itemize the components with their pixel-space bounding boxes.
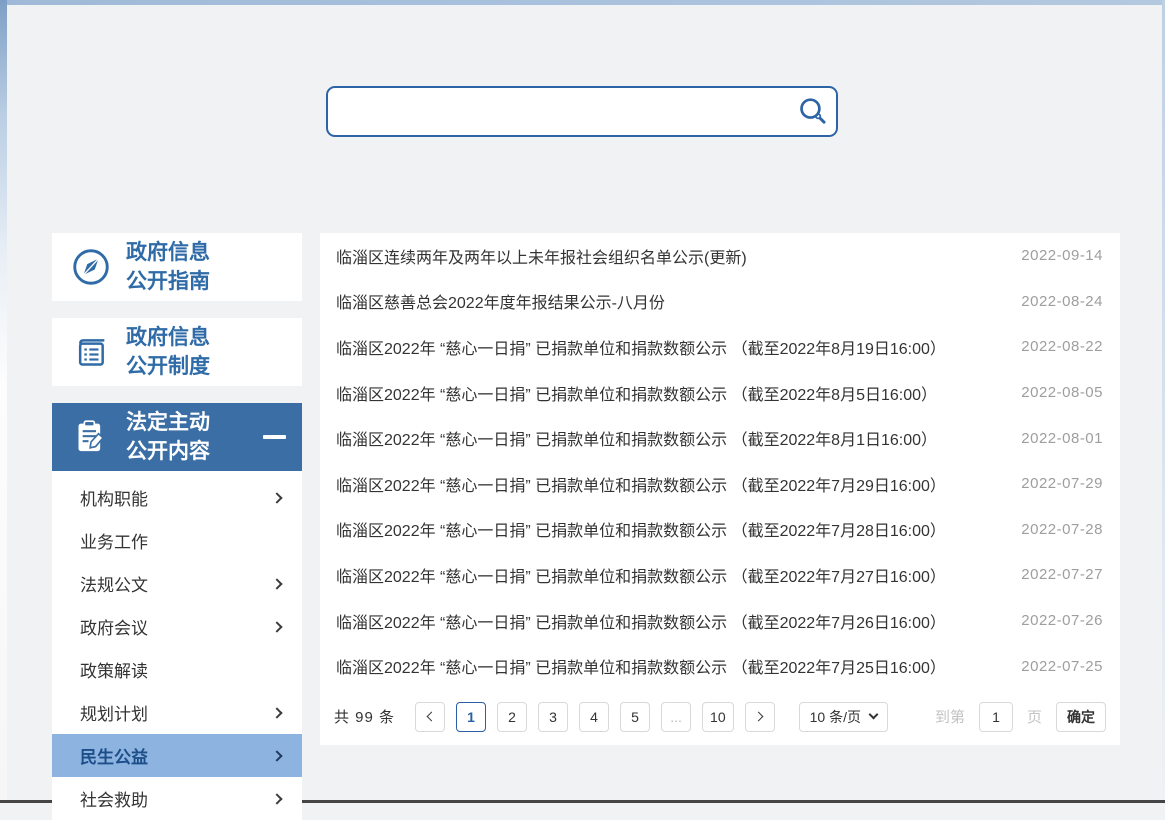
chevron-right-icon	[271, 492, 282, 503]
announcement-link[interactable]: 临淄区慈善总会2022年度年报结果公示-八月份	[336, 289, 665, 313]
announcement-date: 2022-07-29	[1021, 475, 1103, 492]
sidebar-item-label: 政府信息 公开制度	[126, 323, 210, 381]
announcement-link[interactable]: 临淄区2022年 “慈心一日捐” 已捐款单位和捐款数额公示 （截至2022年7月…	[336, 472, 946, 496]
sidebar-submenu-item[interactable]: 业务工作	[52, 519, 302, 562]
page-size-select[interactable]: 10 条/页	[799, 702, 888, 732]
chevron-right-icon	[271, 750, 282, 761]
page-number-list: 1 2 3 4 5 ... 10	[456, 702, 734, 732]
search-bar	[326, 86, 838, 137]
announcement-link[interactable]: 临淄区2022年 “慈心一日捐” 已捐款单位和捐款数额公示 （截至2022年8月…	[336, 335, 946, 359]
goto-page-input[interactable]	[979, 702, 1013, 732]
confirm-button[interactable]: 确定	[1056, 702, 1106, 732]
submenu-item-label: 机构职能	[80, 485, 148, 510]
list-item: 临淄区2022年 “慈心一日捐” 已捐款单位和捐款数额公示 （截至2022年8月…	[320, 370, 1120, 416]
sidebar-submenu-item[interactable]: 社会救助	[52, 777, 302, 820]
sidebar-submenu-item[interactable]: 规划计划	[52, 691, 302, 734]
sidebar-submenu: 机构职能 业务工作 法规公文 政府会议 政策解读	[52, 471, 302, 820]
announcement-link[interactable]: 临淄区2022年 “慈心一日捐” 已捐款单位和捐款数额公示 （截至2022年7月…	[336, 517, 946, 541]
list-item: 临淄区慈善总会2022年度年报结果公示-八月份 2022-08-24	[320, 279, 1120, 325]
list-item: 临淄区2022年 “慈心一日捐” 已捐款单位和捐款数额公示 （截至2022年7月…	[320, 598, 1120, 644]
collapse-minus-icon[interactable]	[263, 435, 286, 439]
page-number-button[interactable]: 1	[456, 702, 486, 732]
search-icon	[796, 95, 830, 129]
sidebar-item-label: 法定主动 公开内容	[126, 408, 210, 466]
announcement-date: 2022-08-05	[1021, 384, 1103, 401]
chevron-right-icon	[271, 578, 282, 589]
submenu-item-label: 规划计划	[80, 700, 148, 725]
list-item: 临淄区2022年 “慈心一日捐” 已捐款单位和捐款数额公示 （截至2022年8月…	[320, 415, 1120, 461]
chevron-right-icon	[271, 707, 282, 718]
submenu-item-label: 业务工作	[80, 528, 148, 553]
announcement-link[interactable]: 临淄区连续两年及两年以上未年报社会组织名单公示(更新)	[336, 244, 747, 268]
page-number-button[interactable]: ...	[661, 702, 691, 732]
submenu-item-label: 社会救助	[80, 786, 148, 811]
sidebar-submenu-item[interactable]: 政策解读	[52, 648, 302, 691]
pagination: 共 99 条 1 2 3 4 5 ... 10 10 条/	[320, 689, 1120, 745]
announcement-link[interactable]: 临淄区2022年 “慈心一日捐” 已捐款单位和捐款数额公示 （截至2022年7月…	[336, 609, 946, 633]
document-icon	[71, 332, 111, 372]
goto-page-prefix: 到第	[935, 706, 965, 727]
chevron-down-icon	[869, 710, 879, 720]
announcement-link[interactable]: 临淄区2022年 “慈心一日捐” 已捐款单位和捐款数额公示 （截至2022年7月…	[336, 563, 946, 587]
submenu-item-label: 法规公文	[80, 571, 148, 596]
announcement-date: 2022-09-14	[1021, 247, 1103, 264]
sidebar: 政府信息 公开指南 政府信息 公开制度 法定主动	[52, 233, 302, 820]
goto-page-suffix: 页	[1027, 706, 1042, 727]
sidebar-submenu-item[interactable]: 政府会议	[52, 605, 302, 648]
clipboard-pencil-icon	[71, 417, 111, 457]
chevron-right-icon	[271, 793, 282, 804]
search-button[interactable]	[790, 89, 836, 135]
announcement-date: 2022-08-22	[1021, 338, 1103, 355]
sidebar-item-label: 政府信息 公开指南	[126, 238, 210, 296]
page-number-button[interactable]: 4	[579, 702, 609, 732]
submenu-item-label: 政策解读	[80, 657, 148, 682]
compass-icon	[71, 247, 111, 287]
sidebar-submenu-item[interactable]: 法规公文	[52, 562, 302, 605]
announcement-link[interactable]: 临淄区2022年 “慈心一日捐” 已捐款单位和捐款数额公示 （截至2022年8月…	[336, 381, 937, 405]
chevron-right-icon	[753, 712, 763, 722]
announcement-list-panel: 临淄区连续两年及两年以上未年报社会组织名单公示(更新) 2022-09-14 临…	[320, 233, 1120, 745]
top-edge-decoration	[0, 0, 1165, 5]
submenu-item-label: 民生公益	[80, 743, 148, 768]
list-item: 临淄区2022年 “慈心一日捐” 已捐款单位和捐款数额公示 （截至2022年8月…	[320, 324, 1120, 370]
chevron-right-icon	[271, 621, 282, 632]
sidebar-item-statutory-disclosure[interactable]: 法定主动 公开内容	[52, 403, 302, 471]
list-item: 临淄区2022年 “慈心一日捐” 已捐款单位和捐款数额公示 （截至2022年7月…	[320, 461, 1120, 507]
list-item: 临淄区2022年 “慈心一日捐” 已捐款单位和捐款数额公示 （截至2022年7月…	[320, 552, 1120, 598]
list-item: 临淄区2022年 “慈心一日捐” 已捐款单位和捐款数额公示 （截至2022年7月…	[320, 507, 1120, 553]
submenu-item-label: 政府会议	[80, 614, 148, 639]
left-edge-decoration	[0, 0, 7, 803]
sidebar-submenu-item[interactable]: 民生公益	[52, 734, 302, 777]
page-number-button[interactable]: 5	[620, 702, 650, 732]
sidebar-item-gov-info-guide[interactable]: 政府信息 公开指南	[52, 233, 302, 301]
page-number-button[interactable]: 10	[702, 702, 734, 732]
prev-page-button[interactable]	[415, 702, 445, 732]
announcement-date: 2022-08-01	[1021, 430, 1103, 447]
announcement-date: 2022-07-27	[1021, 566, 1103, 583]
sidebar-submenu-item[interactable]: 机构职能	[52, 476, 302, 519]
chevron-left-icon	[427, 712, 437, 722]
search-input[interactable]	[328, 88, 790, 135]
sidebar-item-gov-info-system[interactable]: 政府信息 公开制度	[52, 318, 302, 386]
announcement-list: 临淄区连续两年及两年以上未年报社会组织名单公示(更新) 2022-09-14 临…	[320, 233, 1120, 689]
page-number-button[interactable]: 3	[538, 702, 568, 732]
announcement-date: 2022-07-25	[1021, 658, 1103, 675]
announcement-date: 2022-07-28	[1021, 521, 1103, 538]
announcement-date: 2022-07-26	[1021, 612, 1103, 629]
page-size-value: 10 条/页	[810, 707, 861, 727]
announcement-link[interactable]: 临淄区2022年 “慈心一日捐” 已捐款单位和捐款数额公示 （截至2022年8月…	[336, 426, 937, 450]
next-page-button[interactable]	[745, 702, 775, 732]
list-item: 临淄区连续两年及两年以上未年报社会组织名单公示(更新) 2022-09-14	[320, 233, 1120, 279]
page-number-button[interactable]: 2	[497, 702, 527, 732]
list-item: 临淄区2022年 “慈心一日捐” 已捐款单位和捐款数额公示 （截至2022年7月…	[320, 643, 1120, 689]
total-count: 共 99 条	[334, 706, 395, 727]
announcement-link[interactable]: 临淄区2022年 “慈心一日捐” 已捐款单位和捐款数额公示 （截至2022年7月…	[336, 654, 946, 678]
announcement-date: 2022-08-24	[1021, 293, 1103, 310]
